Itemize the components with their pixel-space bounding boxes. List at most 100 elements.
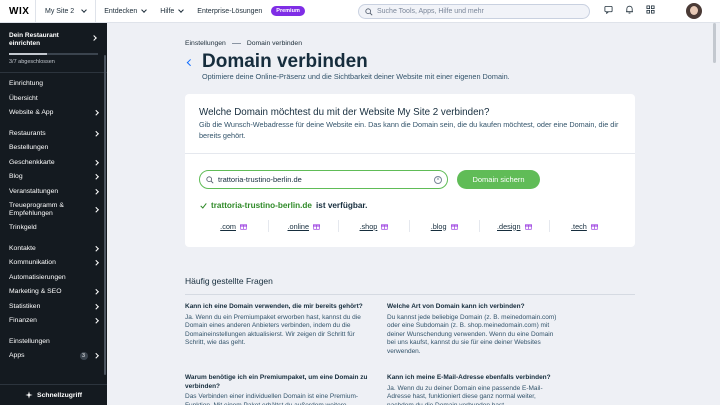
sidebar-item-marketing-seo[interactable]: Marketing & SEO [0,285,107,300]
sidebar-item-right [92,303,98,309]
quick-access-button[interactable]: Schnellzugriff [0,384,107,405]
setup-header[interactable]: Dein Restaurant einrichten [0,23,107,48]
tld-option-blog[interactable]: .blog [410,220,480,232]
premium-gift-icon [524,223,532,230]
domain-input[interactable] [218,175,428,184]
clear-icon[interactable]: × [434,176,442,184]
chat-icon[interactable] [604,5,613,14]
sidebar-item-einstellungen[interactable]: Einstellungen [0,334,107,349]
sidebar-item-bestellungen[interactable]: Bestellungen [0,141,107,156]
menu-explore-label: Entdecken [104,7,138,15]
sidebar-item-right [92,159,98,165]
chevron-right-icon [92,303,98,309]
sidebar-item-right [92,289,98,295]
sidebar-scrollbar[interactable] [104,55,106,375]
sidebar-item-label: Treueprogramm & Empfehlungen [9,201,64,217]
menu-help[interactable]: Hilfe [160,7,185,15]
page-title: Domain verbinden [202,51,368,72]
tld-option-com[interactable]: .com [199,220,270,232]
setup-progress-bar [9,53,98,55]
chevron-down-icon [81,7,88,13]
sidebar-item-trinkgeld[interactable]: Trinkgeld [0,221,107,236]
secure-domain-button[interactable]: Domain sichern [457,170,540,189]
chevron-right-icon [92,318,98,324]
faq-item: Welche Art von Domain kann ich verbinden… [387,303,557,357]
chevron-right-icon [92,110,98,116]
tld-label: .tech [571,221,587,231]
count-badge: 3 [79,351,88,360]
tld-label: .design [497,221,521,231]
sidebar-item-einrichtung[interactable]: Einrichtung [0,77,107,92]
setup-progress-fill [9,53,48,55]
quick-access-label: Schnellzugriff [37,391,82,399]
sidebar-item-label: Geschenkkarte [9,158,55,166]
menu-explore[interactable]: Entdecken [104,7,148,15]
faq-answer: Das Verbinden einer individuellen Domain… [185,393,359,405]
sidebar-item-label: Einrichtung [9,80,44,88]
bell-icon[interactable] [625,5,634,14]
sidebar-item-veranstaltungen[interactable]: Veranstaltungen [0,184,107,199]
sidebar-item-label: Trinkgeld [9,224,37,232]
back-chevron-icon[interactable] [187,59,194,66]
available-domain: trattoria-trustino-berlin.de [211,201,312,210]
chevron-right-icon [92,289,98,295]
sidebar-item-label: Website & App [9,109,54,117]
divider [95,0,97,23]
sidebar-item-finanzen[interactable]: Finanzen [0,314,107,329]
menu-enterprise[interactable]: Enterprise-Lösungen [197,8,262,15]
premium-button[interactable]: Premium [271,6,305,16]
breadcrumb-current: Domain verbinden [246,40,302,47]
sidebar-item-statistiken[interactable]: Statistiken [0,299,107,314]
sidebar-item-website-app[interactable]: Website & App [0,106,107,121]
wix-logo[interactable]: WIX [9,6,35,17]
sidebar-item-übersicht[interactable]: Übersicht [0,91,107,106]
sidebar-item-blog[interactable]: Blog [0,170,107,185]
chevron-right-icon [92,188,98,194]
tld-option-shop[interactable]: .shop [339,220,410,232]
sidebar-item-kommunikation[interactable]: Kommunikation [0,256,107,271]
premium-gift-icon [450,223,458,230]
faq-item: Warum benötige ich ein Premiumpaket, um … [185,374,368,405]
card-description: Gib die Wunsch-Webadresse für deine Webs… [199,120,619,140]
sidebar-item-geschenkkarte[interactable]: Geschenkkarte [0,155,107,170]
sidebar-item-automatisierungen[interactable]: Automatisierungen [0,270,107,285]
setup-progress-text: 3/7 abgeschlossen [9,58,55,65]
main-scrollbar[interactable] [713,23,716,63]
avatar[interactable] [686,3,702,19]
premium-gift-icon [239,223,247,230]
tld-option-tech[interactable]: .tech [550,220,619,232]
menu-help-label: Hilfe [160,7,175,15]
sidebar-item-right [92,110,98,116]
faq-question: Kann ich eine Domain verwenden, die mir … [185,303,363,310]
sidebar-item-right [92,245,98,251]
breadcrumb-settings[interactable]: Einstellungen [185,40,226,47]
sidebar-item-kontakte[interactable]: Kontakte [0,241,107,256]
tld-label: .blog [430,221,447,231]
tld-list: .com .online .shop .blog .design .tech [199,220,619,232]
chevron-right-icon [92,130,98,136]
faq-question: Warum benötige ich ein Premiumpaket, um … [185,374,368,390]
sidebar-item-right [92,130,98,136]
apps-icon[interactable] [646,5,655,14]
sidebar-item-label: Blog [9,173,23,181]
sidebar-item-apps[interactable]: Apps 3 [0,349,107,364]
search-icon [206,175,214,183]
sidebar-item-label: Einstellungen [9,337,50,345]
sidebar-item-label: Kontakte [9,244,36,252]
search-bar[interactable]: Suche Tools, Apps, Hilfe und mehr [358,4,590,19]
tld-label: .online [287,221,310,231]
sidebar-item-right [92,174,98,180]
sidebar-item-label: Finanzen [9,317,37,325]
sidebar-item-restaurants[interactable]: Restaurants [0,126,107,141]
site-selector[interactable]: My Site 2 [36,0,95,23]
chevron-right-icon [91,35,97,41]
sidebar-item-right [92,260,98,266]
sidebar-item-label: Restaurants [9,129,46,137]
sidebar-item-treueprogramm-empfehlungen[interactable]: Treueprogramm & Empfehlungen [0,199,107,221]
divider [185,294,635,295]
tld-option-design[interactable]: .design [480,220,550,232]
chevron-right-icon [92,353,98,359]
domain-search-field[interactable]: × [199,170,448,189]
tld-option-online[interactable]: .online [269,220,340,232]
premium-gift-icon [590,223,598,230]
